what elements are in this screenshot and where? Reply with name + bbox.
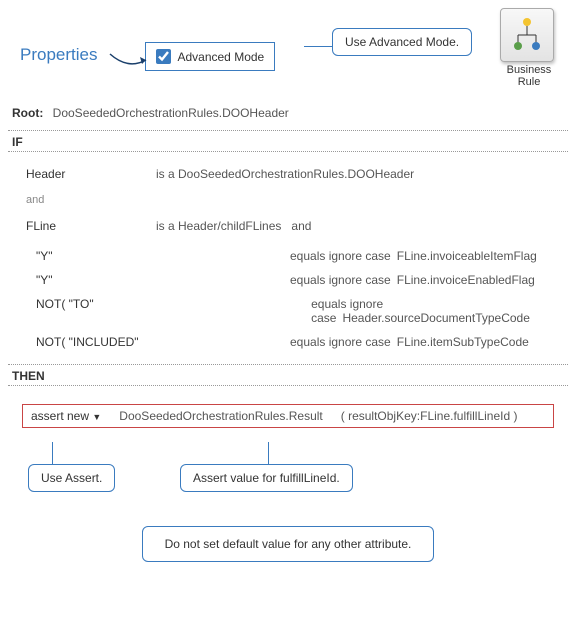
callout-advanced-mode: Use Advanced Mode. <box>332 28 472 56</box>
callout-connector <box>52 442 53 464</box>
if-label: IF <box>0 131 576 151</box>
assert-dropdown[interactable]: assert new ▼ <box>31 409 101 423</box>
arrow-icon <box>108 52 152 72</box>
cond-subject: Header <box>26 167 156 181</box>
subcond-row: "Y" equals ignore caseFLine.invoiceEnabl… <box>36 268 564 292</box>
root-label: Root: <box>12 106 43 120</box>
and-label: and <box>26 188 564 212</box>
sc-left: NOT( "TO" <box>36 297 311 325</box>
business-rule-tile[interactable]: Business Rule <box>500 8 558 88</box>
subcond-row: NOT( "INCLUDED" equals ignore caseFLine.… <box>36 330 564 354</box>
cond-predicate: is a DooSeededOrchestrationRules.DOOHead… <box>156 167 414 181</box>
root-value: DooSeededOrchestrationRules.DOOHeader <box>53 106 289 120</box>
sc-left: "Y" <box>36 249 290 263</box>
condition-row: Header is a DooSeededOrchestrationRules.… <box>26 160 564 188</box>
callout-no-default: Do not set default value for any other a… <box>142 526 435 562</box>
sub-conditions: "Y" equals ignore caseFLine.invoiceableI… <box>0 244 576 364</box>
business-rule-label: Business Rule <box>500 64 558 88</box>
advanced-mode-checkbox[interactable] <box>156 49 171 64</box>
bottom-callout-wrap: Do not set default value for any other a… <box>0 506 576 574</box>
callout-connector <box>268 442 269 464</box>
condition-row: FLine is a Header/childFLines and <box>26 212 564 240</box>
sc-left: NOT( "INCLUDED" <box>36 335 290 349</box>
sc-right: equals ignore caseFLine.invoiceableItemF… <box>290 249 537 263</box>
business-rule-icon <box>500 8 554 62</box>
if-conditions: Header is a DooSeededOrchestrationRules.… <box>0 152 576 244</box>
assert-row: assert new ▼ DooSeededOrchestrationRules… <box>22 404 554 428</box>
cond-predicate: is a Header/childFLines and <box>156 219 311 233</box>
then-label: THEN <box>0 365 576 385</box>
subcond-row: NOT( "TO" equals ignore caseHeader.sourc… <box>36 292 564 330</box>
sc-right: equals ignore caseFLine.itemSubTypeCode <box>290 335 529 349</box>
sc-right: equals ignore caseHeader.sourceDocumentT… <box>311 297 564 325</box>
callout-fulfill: Assert value for fulfillLineId. <box>180 464 353 492</box>
advanced-mode-container: Advanced Mode <box>145 42 275 71</box>
advanced-mode-label: Advanced Mode <box>177 50 264 64</box>
chevron-down-icon: ▼ <box>92 412 101 422</box>
lower-callouts: Use Assert. Assert value for fulfillLine… <box>0 446 576 506</box>
properties-heading: Properties <box>20 45 97 65</box>
header-row: Properties Advanced Mode Use Advanced Mo… <box>0 0 576 100</box>
root-row: Root: DooSeededOrchestrationRules.DOOHea… <box>0 100 576 130</box>
sc-left: "Y" <box>36 273 290 287</box>
sc-right: equals ignore caseFLine.invoiceEnabledFl… <box>290 273 535 287</box>
callout-connector <box>304 46 332 47</box>
subcond-row: "Y" equals ignore caseFLine.invoiceableI… <box>36 244 564 268</box>
assert-class[interactable]: DooSeededOrchestrationRules.Result <box>119 409 322 423</box>
callout-use-assert: Use Assert. <box>28 464 115 492</box>
cond-subject: FLine <box>26 219 156 233</box>
assert-args[interactable]: ( resultObjKey:FLine.fulfillLineId ) <box>341 409 518 423</box>
then-block: assert new ▼ DooSeededOrchestrationRules… <box>0 386 576 446</box>
